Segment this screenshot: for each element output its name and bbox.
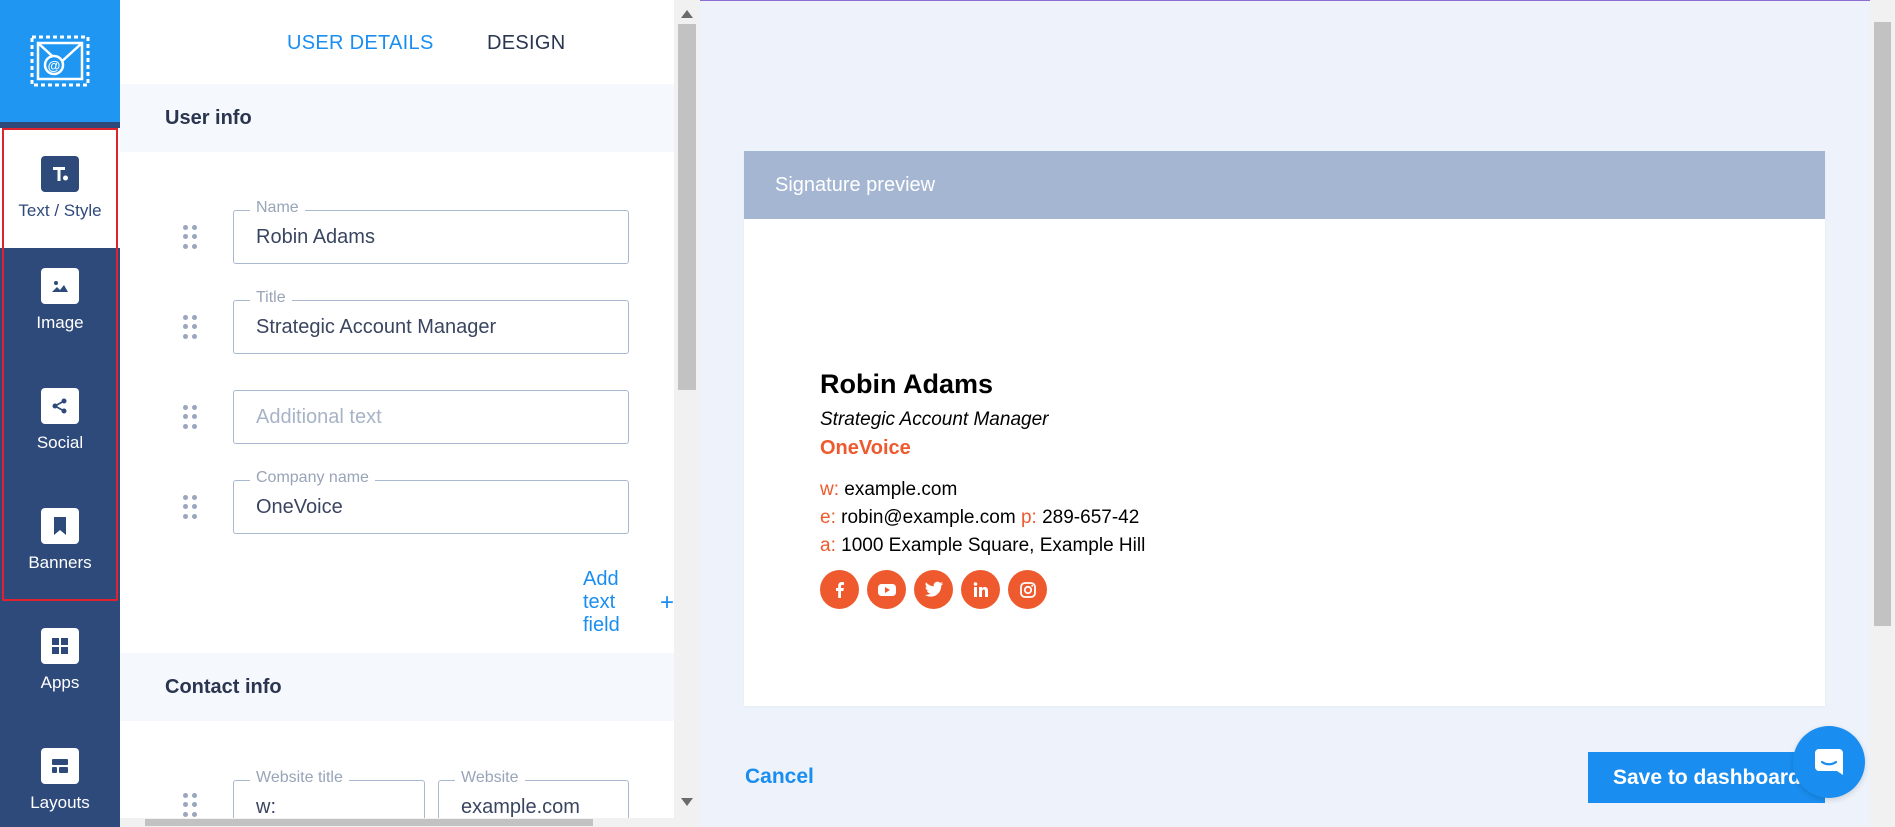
rail-item-label: Social	[36, 432, 84, 452]
signature: Robin Adams Strategic Account Manager On…	[820, 369, 1145, 609]
signature-social-icons	[820, 570, 1145, 609]
title-input[interactable]	[234, 301, 628, 353]
drag-handle-icon[interactable]	[183, 405, 197, 429]
user-info-heading: User info	[120, 84, 674, 152]
rail-item-label: Layouts	[30, 792, 90, 812]
title-field[interactable]: Title	[233, 289, 629, 354]
drag-handle-icon[interactable]	[183, 793, 197, 817]
app-logo[interactable]: @	[0, 0, 120, 122]
website-label: Website	[455, 769, 525, 787]
rail-item-apps[interactable]: Apps	[0, 600, 120, 720]
svg-text:@: @	[48, 58, 61, 73]
scrollbar-thumb[interactable]	[1874, 22, 1891, 626]
scrollbar-thumb[interactable]	[678, 24, 696, 390]
signature-preview-header: Signature preview	[744, 151, 1825, 219]
additional-text-input[interactable]	[234, 391, 628, 443]
instagram-icon[interactable]	[1008, 570, 1047, 609]
rail-item-text-style[interactable]: Text / Style	[0, 128, 120, 248]
editor-tabs: USER DETAILS DESIGN	[120, 0, 674, 84]
signature-address-line: a: 1000 Example Square, Example Hill	[820, 532, 1145, 560]
additional-text-field[interactable]	[233, 390, 629, 444]
text-style-icon	[41, 155, 79, 192]
share-icon	[41, 387, 79, 424]
top-border	[700, 0, 1895, 1]
rail-item-image[interactable]: Image	[0, 240, 120, 360]
company-name-field-label: Company name	[250, 469, 375, 487]
website-value: example.com	[844, 479, 958, 500]
website-key: w:	[820, 479, 839, 500]
image-icon	[41, 267, 79, 304]
drag-handle-icon[interactable]	[183, 495, 197, 519]
chat-launcher[interactable]	[1793, 726, 1865, 798]
rail-item-label: Banners	[28, 552, 92, 572]
name-field[interactable]: Name	[233, 199, 629, 264]
email-key: e:	[820, 507, 836, 528]
rail-item-social[interactable]: Social	[0, 360, 120, 480]
scrollbar-thumb[interactable]	[145, 819, 593, 826]
youtube-icon[interactable]	[867, 570, 906, 609]
company-name-field[interactable]: Company name	[233, 469, 629, 534]
phone-value: 289-657-42	[1042, 507, 1140, 528]
rail-item-banners[interactable]: Banners	[0, 480, 120, 600]
rail-item-label: Text / Style	[18, 200, 102, 220]
signature-preview-card: Signature preview Robin Adams Strategic …	[744, 151, 1825, 706]
editor-horizontal-scrollbar[interactable]	[120, 818, 700, 827]
rail-item-layouts[interactable]: Layouts	[0, 720, 120, 827]
signature-email-line: e: robin@example.com p: 289-657-42	[820, 504, 1145, 532]
twitter-icon[interactable]	[914, 570, 953, 609]
layouts-icon	[41, 747, 79, 784]
email-stamp-icon: @	[30, 35, 90, 87]
company-name-input[interactable]	[234, 481, 628, 533]
add-text-field-label: Add text field	[583, 568, 620, 636]
editor-panel: USER DETAILS DESIGN User info Name Title…	[120, 0, 674, 818]
signature-company: OneVoice	[820, 437, 911, 459]
left-nav-rail: @ Text / Style Image Social Banners Apps	[0, 0, 120, 827]
apps-grid-icon	[41, 627, 79, 664]
email-value: robin@example.com	[841, 507, 1016, 528]
title-field-label: Title	[250, 289, 292, 307]
rail-item-label: Image	[36, 312, 84, 332]
signature-name: Robin Adams	[820, 369, 994, 399]
linkedin-icon[interactable]	[961, 570, 1000, 609]
save-to-dashboard-button[interactable]: Save to dashboard	[1588, 752, 1825, 803]
bookmark-icon	[41, 507, 79, 544]
signature-website-line: w: example.com	[820, 476, 1145, 504]
website-title-label: Website title	[250, 769, 349, 787]
signature-title: Strategic Account Manager	[820, 409, 1049, 430]
drag-handle-icon[interactable]	[183, 315, 197, 339]
add-text-field-button[interactable]: Add text field +	[583, 568, 674, 637]
address-value: 1000 Example Square, Example Hill	[841, 535, 1146, 556]
plus-icon: +	[659, 588, 674, 616]
website-field[interactable]: Website	[438, 769, 629, 818]
rail-item-label: Apps	[40, 672, 80, 692]
facebook-icon[interactable]	[820, 570, 859, 609]
website-title-field[interactable]: Website title	[233, 769, 425, 818]
contact-info-heading: Contact info	[120, 653, 674, 721]
tab-design[interactable]: DESIGN	[487, 32, 565, 55]
editor-vertical-scrollbar[interactable]	[674, 0, 700, 818]
page-vertical-scrollbar[interactable]	[1870, 0, 1895, 827]
cancel-button[interactable]: Cancel	[745, 765, 814, 789]
name-input[interactable]	[234, 211, 628, 263]
address-key: a:	[820, 535, 836, 556]
drag-handle-icon[interactable]	[183, 225, 197, 249]
phone-key: p:	[1020, 507, 1037, 528]
tab-user-details[interactable]: USER DETAILS	[287, 32, 434, 55]
signature-contacts: w: example.com e: robin@example.com p: 2…	[820, 476, 1145, 560]
scroll-down-icon[interactable]	[681, 798, 693, 806]
name-field-label: Name	[250, 199, 305, 217]
chat-bubble-icon	[1815, 749, 1843, 775]
scroll-up-icon[interactable]	[681, 10, 693, 18]
